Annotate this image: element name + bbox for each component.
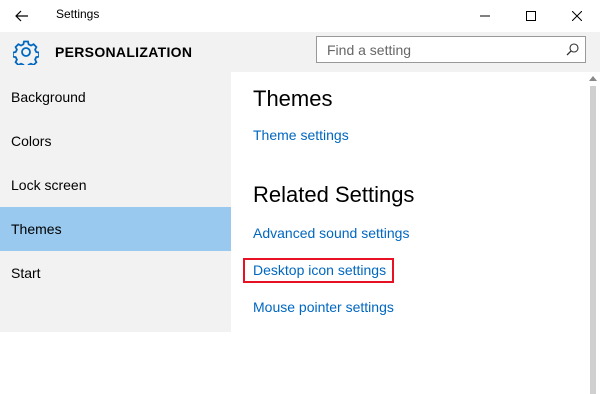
search-icon[interactable] bbox=[566, 43, 579, 56]
sidebar-item-label: Background bbox=[11, 89, 86, 105]
sidebar-item-background[interactable]: Background bbox=[0, 75, 231, 119]
advanced-sound-settings-link[interactable]: Advanced sound settings bbox=[253, 225, 409, 241]
mouse-pointer-settings-link[interactable]: Mouse pointer settings bbox=[253, 299, 394, 315]
sidebar-item-label: Colors bbox=[11, 133, 52, 149]
sidebar-item-label: Themes bbox=[11, 221, 62, 237]
sidebar-item-lock-screen[interactable]: Lock screen bbox=[0, 163, 231, 207]
theme-settings-link[interactable]: Theme settings bbox=[253, 127, 349, 143]
search-input[interactable] bbox=[317, 37, 567, 62]
main-content: Themes Theme settings Related Settings A… bbox=[231, 72, 586, 332]
sidebar: Background Colors Lock screen Themes Sta… bbox=[0, 72, 231, 332]
scrollbar-thumb[interactable] bbox=[590, 86, 596, 394]
page-header: PERSONALIZATION bbox=[0, 32, 600, 72]
window-title: Settings bbox=[56, 7, 100, 21]
page-title: PERSONALIZATION bbox=[55, 44, 193, 60]
minimize-button[interactable] bbox=[462, 0, 508, 32]
sidebar-item-themes[interactable]: Themes bbox=[0, 207, 231, 251]
scroll-up-arrow-icon[interactable] bbox=[589, 75, 597, 81]
sidebar-item-label: Start bbox=[11, 265, 41, 281]
maximize-button[interactable] bbox=[508, 0, 554, 32]
sidebar-item-start[interactable]: Start bbox=[0, 251, 231, 295]
maximize-icon bbox=[526, 11, 536, 21]
title-bar: Settings bbox=[0, 0, 600, 32]
search-box[interactable] bbox=[316, 36, 586, 63]
back-arrow-icon[interactable] bbox=[10, 6, 34, 26]
section-title-related-settings: Related Settings bbox=[253, 182, 415, 207]
section-title-themes: Themes bbox=[253, 86, 333, 111]
sidebar-item-label: Lock screen bbox=[11, 177, 87, 193]
sidebar-item-colors[interactable]: Colors bbox=[0, 119, 231, 163]
scrollbar[interactable] bbox=[586, 72, 600, 394]
minimize-icon bbox=[480, 15, 490, 17]
close-icon bbox=[572, 11, 582, 21]
highlight-annotation-box bbox=[243, 258, 394, 283]
close-button[interactable] bbox=[554, 0, 600, 32]
gear-icon bbox=[12, 39, 40, 69]
